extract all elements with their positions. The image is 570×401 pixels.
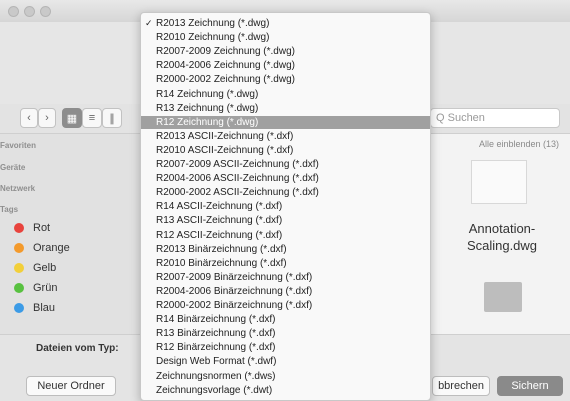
menu-item-label: R2013 ASCII-Zeichnung (*.dxf) — [156, 130, 294, 142]
menu-item[interactable]: Zeichnungsnormen (*.dws) — [141, 370, 430, 383]
menu-item[interactable]: R2010 Binärzeichnung (*.dxf) — [141, 257, 430, 270]
menu-item[interactable]: R2000-2002 ASCII-Zeichnung (*.dxf) — [141, 186, 430, 199]
menu-item[interactable]: R2010 Zeichnung (*.dwg) — [141, 31, 430, 44]
menu-item[interactable]: R2007-2009 ASCII-Zeichnung (*.dxf) — [141, 158, 430, 171]
show-all-link[interactable]: Alle einblenden (13) — [479, 139, 559, 149]
forward-button[interactable]: › — [38, 108, 56, 128]
zoom-window-button[interactable] — [40, 6, 51, 17]
menu-item-label: R2007-2009 Zeichnung (*.dwg) — [156, 46, 295, 58]
tag-dot-icon — [14, 243, 24, 253]
menu-item-label: R2010 Binärzeichnung (*.dxf) — [156, 257, 287, 269]
menu-item-label: R13 Binärzeichnung (*.dxf) — [156, 328, 276, 340]
dwg-file-icon[interactable] — [471, 160, 527, 204]
tag-dot-icon — [14, 303, 24, 313]
menu-item[interactable]: R2007-2009 Binärzeichnung (*.dxf) — [141, 271, 430, 284]
menu-item-label: Zeichnungsvorlage (*.dwt) — [156, 384, 273, 396]
list-icon: ≡ — [88, 112, 96, 124]
cancel-button[interactable]: bbrechen — [432, 376, 490, 396]
file-name-label[interactable]: Annotation- Scaling.dwg — [452, 220, 552, 254]
menu-item-label: R13 ASCII-Zeichnung (*.dxf) — [156, 215, 283, 227]
minimize-window-button[interactable] — [24, 6, 35, 17]
save-button[interactable]: Sichern — [497, 376, 563, 396]
sidebar-tag-red[interactable]: Rot — [14, 222, 50, 234]
columns-icon: ∥ — [109, 112, 115, 125]
format-label: Dateien vom Typ: — [36, 343, 119, 354]
menu-item[interactable]: R12 ASCII-Zeichnung (*.dxf) — [141, 229, 430, 242]
icon-view-button[interactable]: ▦ — [62, 108, 82, 128]
tag-dot-icon — [14, 223, 24, 233]
menu-item[interactable]: R2004-2006 ASCII-Zeichnung (*.dxf) — [141, 172, 430, 185]
search-input[interactable]: Q Suchen — [430, 108, 560, 128]
menu-item[interactable]: R2013 Binärzeichnung (*.dxf) — [141, 243, 430, 256]
menu-item-label: R14 Zeichnung (*.dwg) — [156, 88, 259, 100]
menu-item[interactable]: R2000-2002 Zeichnung (*.dwg) — [141, 73, 430, 86]
menu-item-label: R12 Zeichnung (*.dwg) — [156, 116, 259, 128]
menu-item[interactable]: R13 ASCII-Zeichnung (*.dxf) — [141, 214, 430, 227]
menu-item-label: R12 ASCII-Zeichnung (*.dxf) — [156, 229, 283, 241]
tag-dot-icon — [14, 283, 24, 293]
menu-item[interactable]: R2004-2006 Zeichnung (*.dwg) — [141, 59, 430, 72]
menu-item[interactable]: Design Web Format (*.dwf) — [141, 355, 430, 368]
menu-item-label: R2000-2002 Binärzeichnung (*.dxf) — [156, 300, 313, 311]
column-view-button[interactable]: ∥ — [102, 108, 122, 128]
menu-item-label: Zeichnungsnormen (*.dws) — [156, 370, 276, 382]
new-folder-button[interactable]: Neuer Ordner — [26, 376, 116, 396]
menu-item-label: R2007-2009 Binärzeichnung (*.dxf) — [156, 271, 313, 283]
sidebar-tag-green[interactable]: Grün — [14, 282, 57, 294]
chevron-left-icon: ‹ — [27, 112, 31, 124]
menu-item-label: R2007-2009 ASCII-Zeichnung (*.dxf) — [156, 159, 319, 170]
menu-item-label: R12 Binärzeichnung (*.dxf) — [156, 342, 276, 354]
menu-item-label: R2000-2002 ASCII-Zeichnung (*.dxf) — [156, 187, 319, 199]
menu-item[interactable]: R13 Binärzeichnung (*.dxf) — [141, 327, 430, 340]
file-thumbnail-icon[interactable] — [484, 282, 522, 312]
menu-item-label: R2004-2006 ASCII-Zeichnung (*.dxf) — [156, 173, 319, 185]
menu-item[interactable]: R14 Binärzeichnung (*.dxf) — [141, 313, 430, 326]
menu-item[interactable]: R2007-2009 Zeichnung (*.dwg) — [141, 45, 430, 58]
sidebar-heading-devices: Geräte — [0, 163, 26, 172]
menu-item-label: R2004-2006 Binärzeichnung (*.dxf) — [156, 285, 313, 297]
close-window-button[interactable] — [8, 6, 19, 17]
menu-item[interactable]: R2013 ASCII-Zeichnung (*.dxf) — [141, 130, 430, 143]
back-button[interactable]: ‹ — [20, 108, 38, 128]
menu-item-label: R2000-2002 Zeichnung (*.dwg) — [156, 74, 295, 86]
menu-item[interactable]: R14 ASCII-Zeichnung (*.dxf) — [141, 200, 430, 213]
search-placeholder: Q Suchen — [436, 112, 485, 124]
list-view-button[interactable]: ≡ — [82, 108, 102, 128]
menu-item[interactable]: R12 Binärzeichnung (*.dxf) — [141, 341, 430, 354]
menu-item-label: R2013 Zeichnung (*.dwg) — [156, 18, 270, 29]
menu-item[interactable]: R2010 ASCII-Zeichnung (*.dxf) — [141, 144, 430, 157]
menu-item-label: R14 ASCII-Zeichnung (*.dxf) — [156, 201, 283, 213]
menu-item[interactable]: R2000-2002 Binärzeichnung (*.dxf) — [141, 299, 430, 312]
menu-item-label: R2010 Zeichnung (*.dwg) — [156, 32, 270, 44]
menu-item[interactable]: Zeichnungsvorlage (*.dwt) — [141, 384, 430, 397]
menu-item-label: R2013 Binärzeichnung (*.dxf) — [156, 243, 287, 255]
sidebar-tag-yellow[interactable]: Gelb — [14, 262, 56, 274]
sidebar-heading-tags: Tags — [0, 205, 19, 214]
sidebar-tag-blue[interactable]: Blau — [14, 302, 55, 314]
menu-item-label: Design Web Format (*.dwf) — [156, 356, 277, 368]
sidebar-tag-orange[interactable]: Orange — [14, 242, 70, 254]
menu-item[interactable]: R13 Zeichnung (*.dwg) — [141, 102, 430, 115]
checkmark-icon: ✓ — [145, 18, 153, 28]
menu-item[interactable]: ✓ R2013 Zeichnung (*.dwg) — [141, 17, 430, 30]
menu-item[interactable]: R12 Zeichnung (*.dwg) — [141, 115, 430, 129]
sidebar-heading-favorites: Favoriten — [0, 141, 37, 150]
menu-item[interactable]: R14 Zeichnung (*.dwg) — [141, 88, 430, 101]
sidebar-heading-network: Netzwerk — [0, 184, 36, 193]
menu-item-label: R2010 ASCII-Zeichnung (*.dxf) — [156, 144, 294, 156]
menu-item[interactable]: R2004-2006 Binärzeichnung (*.dxf) — [141, 285, 430, 298]
menu-item-label: R13 Zeichnung (*.dwg) — [156, 102, 259, 114]
file-format-menu: ✓ R2013 Zeichnung (*.dwg) R2010 Zeichnung … — [140, 12, 431, 401]
menu-item-label: R2004-2006 Zeichnung (*.dwg) — [156, 60, 295, 72]
grid-icon: ▦ — [66, 112, 78, 125]
menu-item-label: R14 Binärzeichnung (*.dxf) — [156, 314, 276, 326]
tag-dot-icon — [14, 263, 24, 273]
chevron-right-icon: › — [45, 112, 49, 124]
